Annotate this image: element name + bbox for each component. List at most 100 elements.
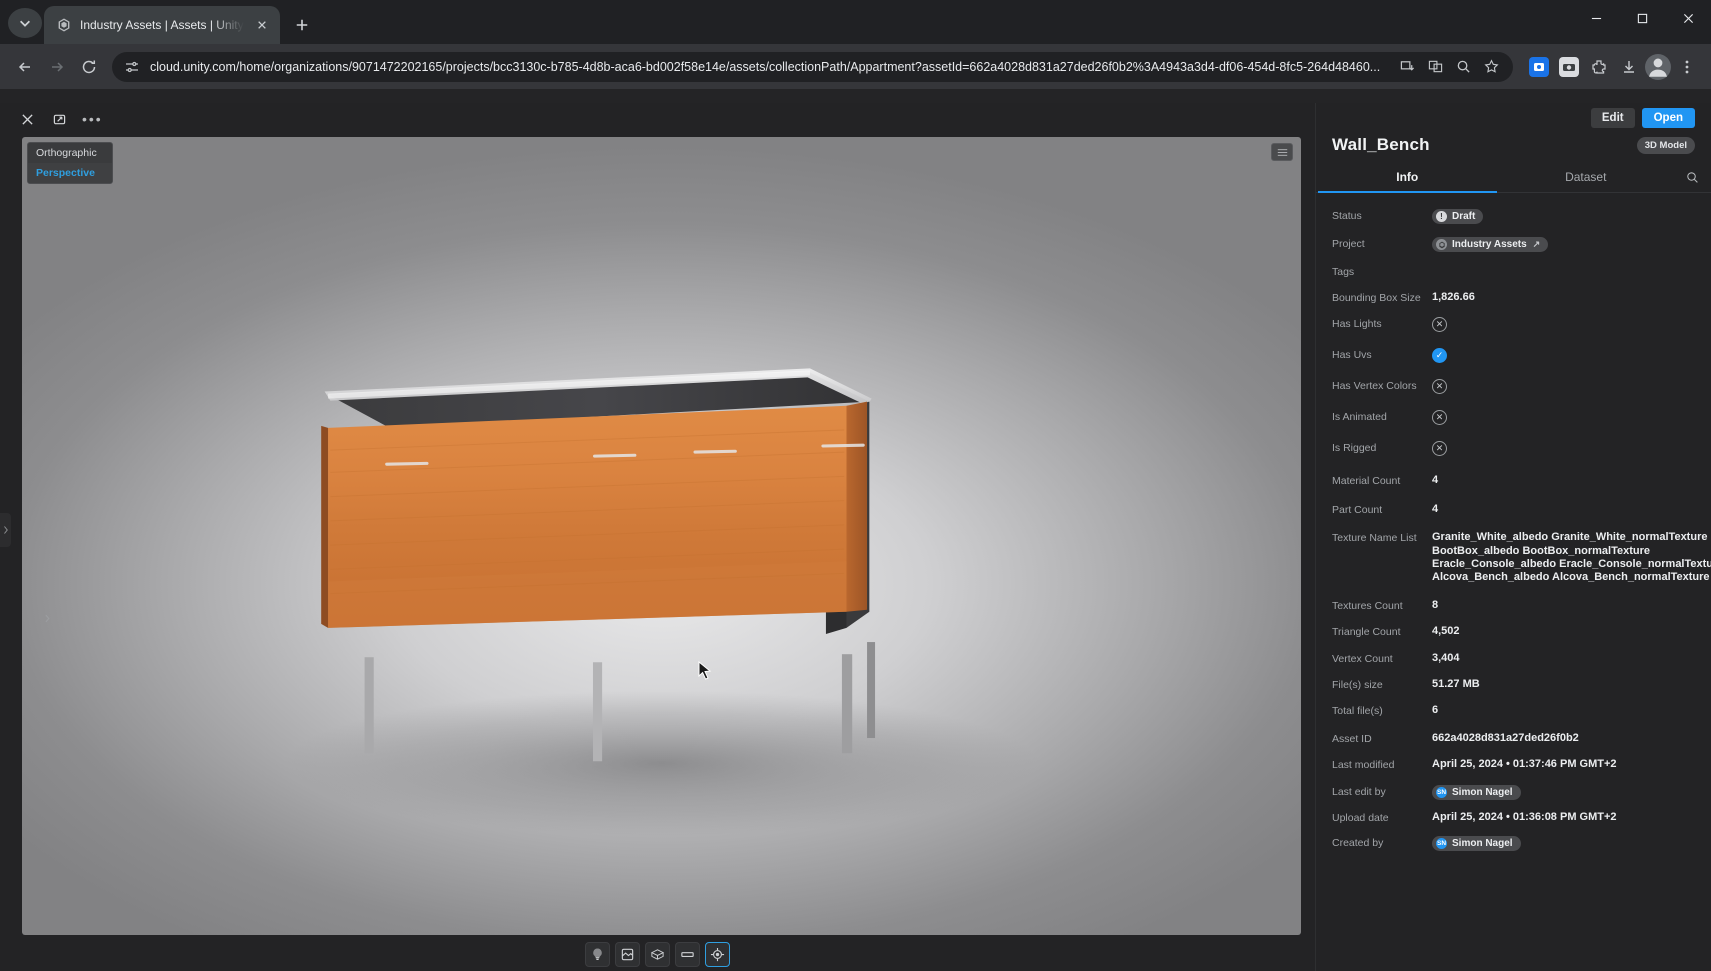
field-bounding-box-size: Bounding Box Size 1,826.66 <box>1316 291 1711 304</box>
project-chip[interactable]: Industry Assets ↗ <box>1432 237 1548 252</box>
tab-search-list-button[interactable] <box>8 8 42 38</box>
expand-icon[interactable] <box>50 110 68 128</box>
projection-dropdown[interactable]: Orthographic Perspective <box>27 142 113 184</box>
bench-3d-model <box>22 137 1301 935</box>
field-has-lights: Has Lights ✕ <box>1316 317 1711 332</box>
mouse-pointer-icon <box>698 661 712 686</box>
field-label: Project <box>1332 237 1432 250</box>
zoom-icon[interactable] <box>1451 55 1475 79</box>
extensions-puzzle-icon[interactable] <box>1585 53 1613 81</box>
field-label: File(s) size <box>1332 678 1432 691</box>
bookmark-star-icon[interactable] <box>1479 55 1503 79</box>
field-label: Tags <box>1332 265 1432 278</box>
cross-circle-icon: ✕ <box>1432 317 1447 332</box>
page-settings-icon[interactable] <box>124 59 140 75</box>
field-last-modified: Last modified April 25, 2024 • 01:37:46 … <box>1316 758 1711 771</box>
field-vertex-count: Vertex Count 3,404 <box>1316 652 1711 665</box>
field-label: Asset ID <box>1332 732 1432 745</box>
viewport-toolbar <box>0 942 1315 967</box>
close-icon[interactable] <box>18 110 36 128</box>
cross-circle-icon: ✕ <box>1432 379 1447 394</box>
field-texture-name-list: Texture Name List Granite_White_albedo G… <box>1316 531 1711 585</box>
field-label: Has Uvs <box>1332 348 1432 361</box>
total-files-value: 6 <box>1432 704 1438 717</box>
address-bar[interactable]: cloud.unity.com/home/organizations/90714… <box>112 52 1513 82</box>
field-label: Triangle Count <box>1332 625 1432 638</box>
url-text: cloud.unity.com/home/organizations/90714… <box>150 60 1385 74</box>
field-label: Status <box>1332 209 1432 222</box>
downloads-icon[interactable] <box>1615 53 1643 81</box>
field-is-rigged: Is Rigged ✕ <box>1316 441 1711 456</box>
bounds-tool[interactable] <box>675 942 700 967</box>
sidebar-collapse-handle[interactable] <box>0 513 11 547</box>
reload-icon[interactable] <box>74 52 104 82</box>
draft-icon: ! <box>1436 211 1447 222</box>
page-title: Wall_Bench <box>1332 135 1430 155</box>
field-label: Total file(s) <box>1332 704 1432 717</box>
more-dots-icon[interactable]: ••• <box>82 112 103 126</box>
profile-avatar-icon[interactable] <box>1645 54 1671 80</box>
forward-arrow-icon[interactable] <box>42 52 72 82</box>
browser-menu-icon[interactable] <box>1673 53 1701 81</box>
tab-title: Industry Assets | Assets | Unity <box>80 18 244 32</box>
minimize-icon[interactable] <box>1573 0 1619 36</box>
projection-option-perspective[interactable]: Perspective <box>28 163 112 183</box>
field-asset-id: Asset ID 662a4028d831a27ded26f0b2 <box>1316 732 1711 745</box>
page-content: ••• Orthographic Perspective <box>0 89 1711 971</box>
open-button[interactable]: Open <box>1642 108 1695 128</box>
vertex-count-value: 3,404 <box>1432 652 1460 665</box>
field-file-size: File(s) size 51.27 MB <box>1316 678 1711 691</box>
back-arrow-icon[interactable] <box>10 52 40 82</box>
lighting-tool[interactable] <box>585 942 610 967</box>
plus-icon[interactable] <box>288 11 316 39</box>
tab-info[interactable]: Info <box>1318 164 1497 193</box>
user-avatar: SN <box>1436 787 1447 798</box>
field-label: Part Count <box>1332 503 1432 516</box>
unity-logo-icon <box>56 17 72 33</box>
material-tool[interactable] <box>615 942 640 967</box>
install-app-icon[interactable] <box>1395 55 1419 79</box>
inspector-actions: Edit Open <box>1316 103 1711 133</box>
field-status: Status ! Draft <box>1316 209 1711 224</box>
projection-option-orthographic[interactable]: Orthographic <box>28 143 112 163</box>
maximize-icon[interactable] <box>1619 0 1665 36</box>
user-chip[interactable]: SN Simon Nagel <box>1432 836 1521 851</box>
extensions-area <box>1521 53 1701 81</box>
upload-date-value: April 25, 2024 • 01:36:08 PM GMT+2 <box>1432 811 1617 824</box>
close-window-icon[interactable] <box>1665 0 1711 36</box>
field-label: Has Vertex Colors <box>1332 379 1432 392</box>
field-label: Has Lights <box>1332 317 1432 330</box>
field-created-by: Created by SN Simon Nagel <box>1316 836 1711 851</box>
viewer-collapse-chevron[interactable] <box>42 607 51 629</box>
textures-count-value: 8 <box>1432 599 1438 612</box>
triangle-count-value: 4,502 <box>1432 625 1460 638</box>
window-controls <box>1573 0 1711 44</box>
omnibox-actions <box>1395 55 1503 79</box>
extension-camera-chip <box>1559 57 1579 77</box>
translate-icon[interactable] <box>1423 55 1447 79</box>
status-badge[interactable]: ! Draft <box>1432 209 1483 224</box>
field-is-animated: Is Animated ✕ <box>1316 410 1711 425</box>
background-page-hint <box>0 89 1711 103</box>
wireframe-tool[interactable] <box>645 942 670 967</box>
material-count-value: 4 <box>1432 474 1438 487</box>
field-label: Last modified <box>1332 758 1432 771</box>
extension-blue-icon[interactable] <box>1525 53 1553 81</box>
search-icon[interactable] <box>1675 171 1709 186</box>
external-link-icon: ↗ <box>1533 239 1541 250</box>
texture-line: Alcova_Bench_albedo Alcova_Bench_normalT… <box>1432 571 1711 584</box>
last-modified-value: April 25, 2024 • 01:37:46 PM GMT+2 <box>1432 758 1617 771</box>
edit-button[interactable]: Edit <box>1591 108 1635 128</box>
field-triangle-count: Triangle Count 4,502 <box>1316 625 1711 638</box>
extension-camera-icon[interactable] <box>1555 53 1583 81</box>
field-label: Created by <box>1332 836 1432 849</box>
layout-toggle-icon[interactable] <box>1271 143 1293 161</box>
focus-tool[interactable] <box>705 942 730 967</box>
browser-tab[interactable]: Industry Assets | Assets | Unity <box>44 6 280 44</box>
tab-dataset[interactable]: Dataset <box>1497 164 1676 193</box>
inspector-tabs: Info Dataset <box>1316 164 1711 193</box>
user-chip[interactable]: SN Simon Nagel <box>1432 785 1521 800</box>
close-icon[interactable] <box>252 15 272 35</box>
field-has-vertex-colors: Has Vertex Colors ✕ <box>1316 379 1711 394</box>
viewport-canvas[interactable]: Orthographic Perspective <box>22 137 1301 935</box>
